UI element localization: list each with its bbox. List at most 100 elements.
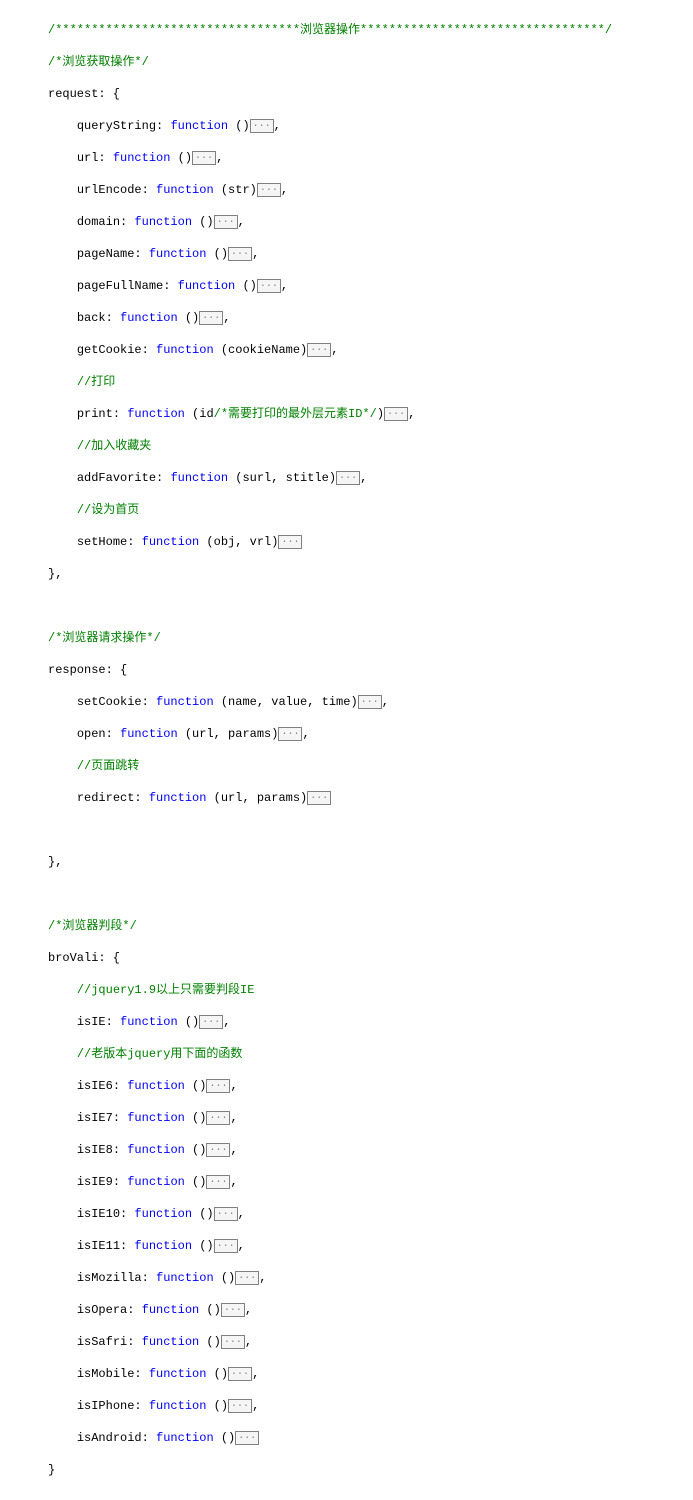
fold-icon[interactable]: ... bbox=[278, 727, 302, 741]
prop-pagefullname: pageFullName: bbox=[77, 279, 178, 293]
comma: , bbox=[245, 1303, 252, 1317]
params: () bbox=[228, 119, 250, 133]
fold-icon[interactable]: ... bbox=[228, 247, 252, 261]
keyword-function: function bbox=[142, 535, 200, 549]
params: () bbox=[214, 1431, 236, 1445]
fold-icon[interactable]: ... bbox=[192, 151, 216, 165]
fold-icon[interactable]: ... bbox=[358, 695, 382, 709]
fold-icon[interactable]: ... bbox=[214, 1239, 238, 1253]
prop-domain: domain: bbox=[77, 215, 135, 229]
fold-icon[interactable]: ... bbox=[235, 1271, 259, 1285]
prop-back: back: bbox=[77, 311, 120, 325]
fold-icon[interactable]: ... bbox=[257, 183, 281, 197]
prop-isiphone: isIPhone: bbox=[77, 1399, 149, 1413]
comma: , bbox=[238, 215, 245, 229]
fold-icon[interactable]: ... bbox=[235, 1431, 259, 1445]
prop-isopera: isOpera: bbox=[77, 1303, 142, 1317]
comma: , bbox=[223, 1015, 230, 1029]
keyword-function: function bbox=[120, 311, 178, 325]
comma: , bbox=[252, 1399, 259, 1413]
keyword-function: function bbox=[113, 151, 171, 165]
obj-close: }, bbox=[48, 855, 62, 869]
obj-open: request: { bbox=[48, 87, 120, 101]
params: (url, params) bbox=[206, 791, 307, 805]
comma: , bbox=[360, 471, 367, 485]
keyword-function: function bbox=[149, 791, 207, 805]
fold-icon[interactable]: ... bbox=[214, 1207, 238, 1221]
comment: /*浏览器判段*/ bbox=[48, 919, 137, 933]
prop-url: url: bbox=[77, 151, 113, 165]
keyword-function: function bbox=[120, 1015, 178, 1029]
prop-isandroid: isAndroid: bbox=[77, 1431, 156, 1445]
params: () bbox=[206, 247, 228, 261]
prop-getcookie: getCookie: bbox=[77, 343, 156, 357]
comma: , bbox=[238, 1239, 245, 1253]
params: () bbox=[214, 1271, 236, 1285]
fold-icon[interactable]: ... bbox=[384, 407, 408, 421]
fold-icon[interactable]: ... bbox=[221, 1303, 245, 1317]
keyword-function: function bbox=[134, 1239, 192, 1253]
params: () bbox=[185, 1143, 207, 1157]
comma: , bbox=[245, 1335, 252, 1349]
fold-icon[interactable]: ... bbox=[228, 1367, 252, 1381]
keyword-function: function bbox=[120, 727, 178, 741]
keyword-function: function bbox=[178, 279, 236, 293]
keyword-function: function bbox=[127, 1079, 185, 1093]
fold-icon[interactable]: ... bbox=[228, 1399, 252, 1413]
prop-urlencode: urlEncode: bbox=[77, 183, 156, 197]
fold-icon[interactable]: ... bbox=[278, 535, 302, 549]
fold-icon[interactable]: ... bbox=[199, 1015, 223, 1029]
fold-icon[interactable]: ... bbox=[336, 471, 360, 485]
fold-icon[interactable]: ... bbox=[214, 215, 238, 229]
params: (obj, vrl) bbox=[199, 535, 278, 549]
keyword-function: function bbox=[134, 1207, 192, 1221]
params: (name, value, time) bbox=[214, 695, 358, 709]
fold-icon[interactable]: ... bbox=[221, 1335, 245, 1349]
comma: , bbox=[216, 151, 223, 165]
params: () bbox=[192, 1207, 214, 1221]
prop-issafri: isSafri: bbox=[77, 1335, 142, 1349]
comment: //老版本jquery用下面的函数 bbox=[77, 1047, 243, 1061]
fold-icon[interactable]: ... bbox=[206, 1079, 230, 1093]
keyword-function: function bbox=[149, 247, 207, 261]
params: (str) bbox=[214, 183, 257, 197]
comma: , bbox=[252, 1367, 259, 1381]
params: () bbox=[235, 279, 257, 293]
prop-ismobile: isMobile: bbox=[77, 1367, 149, 1381]
prop-isie6: isIE6: bbox=[77, 1079, 127, 1093]
fold-icon[interactable]: ... bbox=[206, 1111, 230, 1125]
keyword-function: function bbox=[156, 343, 214, 357]
keyword-function: function bbox=[127, 407, 185, 421]
prop-sethome: setHome: bbox=[77, 535, 142, 549]
keyword-function: function bbox=[142, 1335, 200, 1349]
params: () bbox=[185, 1111, 207, 1125]
params: (id bbox=[185, 407, 214, 421]
obj-open: response: { bbox=[48, 663, 127, 677]
params: () bbox=[192, 1239, 214, 1253]
params: () bbox=[206, 1367, 228, 1381]
fold-icon[interactable]: ... bbox=[206, 1175, 230, 1189]
comment: //设为首页 bbox=[77, 503, 139, 517]
fold-icon[interactable]: ... bbox=[307, 791, 331, 805]
fold-icon[interactable]: ... bbox=[250, 119, 274, 133]
obj-open: broVali: { bbox=[48, 951, 120, 965]
keyword-function: function bbox=[127, 1143, 185, 1157]
comma: , bbox=[302, 727, 309, 741]
prop-open: open: bbox=[77, 727, 120, 741]
params: () bbox=[178, 1015, 200, 1029]
prop-print: print: bbox=[77, 407, 127, 421]
comma: , bbox=[281, 279, 288, 293]
prop-querystring: queryString: bbox=[77, 119, 171, 133]
fold-icon[interactable]: ... bbox=[257, 279, 281, 293]
comment: //加入收藏夹 bbox=[77, 439, 151, 453]
comment: //打印 bbox=[77, 375, 115, 389]
params: (surl, stitle) bbox=[228, 471, 336, 485]
fold-icon[interactable]: ... bbox=[199, 311, 223, 325]
fold-icon[interactable]: ... bbox=[307, 343, 331, 357]
prop-pagename: pageName: bbox=[77, 247, 149, 261]
fold-icon[interactable]: ... bbox=[206, 1143, 230, 1157]
comment-inline: /*需要打印的最外层元素ID*/ bbox=[214, 407, 377, 421]
params: () bbox=[185, 1079, 207, 1093]
keyword-function: function bbox=[170, 471, 228, 485]
params: () bbox=[206, 1399, 228, 1413]
